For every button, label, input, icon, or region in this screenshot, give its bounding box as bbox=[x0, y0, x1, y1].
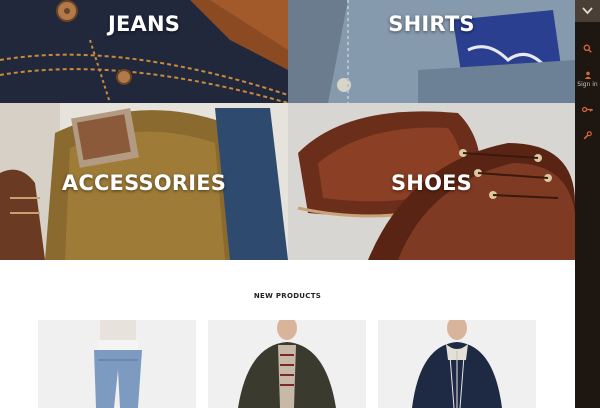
search-icon bbox=[583, 44, 592, 53]
sidebar-signin-button[interactable]: Sign in bbox=[575, 71, 600, 88]
key-icon bbox=[582, 106, 593, 113]
signin-label: Sign in bbox=[577, 81, 598, 88]
product-card[interactable] bbox=[38, 320, 196, 408]
category-label-shirts: SHIRTS bbox=[388, 12, 475, 36]
product-image bbox=[38, 320, 196, 408]
product-image bbox=[208, 320, 366, 408]
new-products-heading: NEW PRODUCTS bbox=[253, 292, 322, 300]
product-card[interactable] bbox=[208, 320, 366, 408]
sidebar-key-button[interactable] bbox=[575, 106, 600, 113]
category-label-accessories: ACCESSORIES bbox=[61, 171, 227, 195]
sidebar-tools-button[interactable] bbox=[575, 131, 600, 140]
category-tile-shirts[interactable]: SHIRTS bbox=[288, 0, 575, 103]
chevron-down-icon[interactable] bbox=[575, 0, 600, 22]
right-sidebar: Sign in bbox=[575, 0, 600, 408]
wrench-icon bbox=[583, 131, 592, 140]
category-tile-jeans[interactable]: JEANS bbox=[0, 0, 288, 103]
product-card[interactable] bbox=[378, 320, 536, 408]
category-label-jeans: JEANS bbox=[107, 12, 181, 36]
sidebar-search-button[interactable] bbox=[575, 44, 600, 53]
user-icon bbox=[584, 71, 591, 79]
category-tile-accessories[interactable]: ACCESSORIES bbox=[0, 103, 288, 260]
sidebar-toggle[interactable] bbox=[575, 0, 600, 22]
category-tile-shoes[interactable]: SHOES bbox=[288, 103, 575, 260]
category-label-shoes: SHOES bbox=[390, 171, 473, 195]
product-image bbox=[378, 320, 536, 408]
